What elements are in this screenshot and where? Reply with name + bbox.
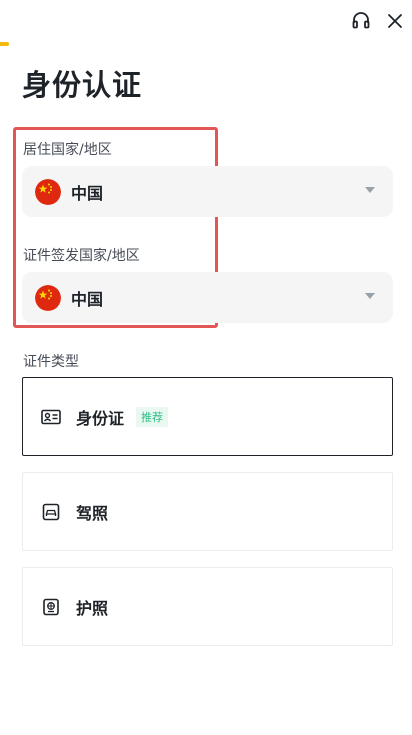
document-type-label: 证件类型 <box>23 354 79 370</box>
document-option-label: 驾照 <box>76 503 109 523</box>
document-option-passport[interactable]: 护照 <box>22 567 393 646</box>
chevron-down-icon <box>365 187 375 193</box>
china-flag-icon <box>35 178 61 205</box>
driver-license-icon <box>41 502 61 522</box>
issuing-country-label: 证件签发国家/地区 <box>23 248 140 264</box>
issuing-country-value: 中国 <box>71 289 104 309</box>
identity-verification-page: 身份认证 居住国家/地区 中国 证件签发国家/地区 中国 证件类型 身份证 推荐… <box>0 0 412 735</box>
chevron-down-icon <box>365 293 375 299</box>
page-title: 身份认证 <box>22 68 143 102</box>
residence-country-value: 中国 <box>71 183 104 203</box>
id-card-icon <box>41 407 61 427</box>
china-flag-icon <box>35 284 61 311</box>
progress-accent <box>0 42 9 46</box>
document-option-driver-license[interactable]: 驾照 <box>22 472 393 551</box>
close-icon[interactable] <box>383 9 407 33</box>
issuing-country-select[interactable]: 中国 <box>22 272 393 323</box>
top-bar <box>0 0 412 46</box>
headset-icon[interactable] <box>349 9 373 33</box>
document-option-id-card[interactable]: 身份证 推荐 <box>22 377 393 456</box>
residence-country-select[interactable]: 中国 <box>22 166 393 217</box>
document-option-label: 身份证 <box>76 408 125 428</box>
document-option-label: 护照 <box>76 598 109 618</box>
recommended-badge: 推荐 <box>136 406 169 427</box>
residence-country-label: 居住国家/地区 <box>23 142 112 158</box>
passport-icon <box>41 597 61 617</box>
